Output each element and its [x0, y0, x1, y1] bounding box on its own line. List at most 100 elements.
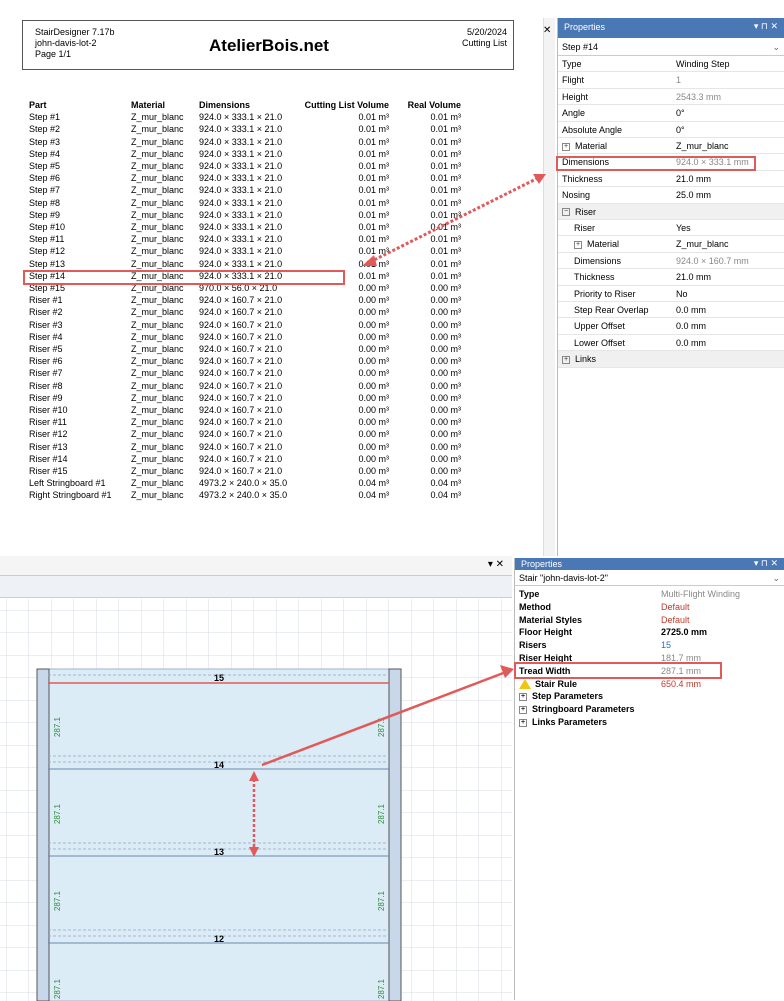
table-cell: Riser #9: [29, 392, 63, 403]
property-value[interactable]: 924.0 × 160.7 mm: [676, 253, 749, 269]
property-value[interactable]: 0°: [676, 105, 685, 121]
table-cell: Z_mur_blanc: [131, 368, 184, 379]
property-value[interactable]: No: [676, 286, 688, 302]
object-selector[interactable]: Step #14 ⌄: [558, 38, 784, 56]
table-cell: Z_mur_blanc: [131, 453, 184, 464]
property-row[interactable]: Nosing 25.0 mm: [558, 187, 784, 204]
expand-icon[interactable]: +: [519, 693, 527, 702]
property-row[interactable]: Height 2543.3 mm: [558, 89, 784, 106]
table-cell: 0.00 m³: [358, 466, 389, 476]
table-cell: 0.01 m³: [358, 173, 389, 184]
table-cell: 0.01 m³: [358, 148, 389, 159]
table-cell: 0.00 m³: [358, 344, 389, 354]
property-row[interactable]: Priority to Riser No: [558, 286, 784, 302]
property-key-label: Links Parameters: [532, 717, 608, 727]
property-row[interactable]: + Material Z_mur_blanc: [558, 138, 784, 155]
collapse-icon[interactable]: +: [562, 355, 570, 364]
plan-drawing[interactable]: 15 14 13 12 287.1 287.1 287.1 287.1 287.…: [0, 557, 512, 1001]
property-key-label: Riser: [574, 223, 596, 233]
property-row[interactable]: + Material Z_mur_blanc: [558, 236, 784, 253]
panel-controls-icon[interactable]: ▾ ⊓ ✕: [754, 21, 778, 32]
expand-icon[interactable]: +: [574, 241, 582, 250]
table-cell: 0.01 m³: [358, 197, 389, 208]
property-value[interactable]: 0.0 mm: [676, 318, 706, 334]
chevron-down-icon[interactable]: ⌄: [772, 42, 780, 53]
stair-plan-view[interactable]: 15 14 13 12 287.1 287.1 287.1 287.1 287.…: [0, 556, 512, 1001]
property-row[interactable]: Upper Offset 0.0 mm: [558, 318, 784, 335]
property-key-label: Floor Height: [519, 627, 572, 638]
table-cell: Riser #11: [29, 417, 67, 428]
collapse-icon[interactable]: −: [562, 208, 570, 217]
property-row[interactable]: + Links Parameters: [515, 716, 784, 729]
property-value[interactable]: Default: [661, 601, 690, 614]
property-row[interactable]: Floor Height 2725.0 mm: [515, 626, 784, 639]
property-row[interactable]: Riser Yes: [558, 220, 784, 237]
property-row[interactable]: Type Winding Step: [558, 56, 784, 73]
property-value[interactable]: Default: [661, 614, 690, 627]
property-value[interactable]: 0.0 mm: [676, 302, 706, 318]
property-value[interactable]: 0°: [676, 122, 685, 138]
property-row[interactable]: Material Styles Default: [515, 614, 784, 627]
property-row[interactable]: Lower Offset 0.0 mm: [558, 335, 784, 352]
report-scrollbar[interactable]: [543, 18, 555, 556]
property-value[interactable]: Z_mur_blanc: [676, 236, 729, 252]
panel-controls-icon[interactable]: ▾ ⊓ ✕: [754, 558, 778, 569]
property-key: Type: [519, 588, 539, 601]
property-value[interactable]: 0.0 mm: [676, 335, 706, 351]
close-icon[interactable]: ✕: [543, 25, 551, 36]
property-key: Step Rear Overlap: [574, 302, 649, 318]
table-cell: Z_mur_blanc: [131, 331, 184, 342]
property-value[interactable]: 2543.3 mm: [676, 89, 721, 105]
property-category[interactable]: − Riser: [558, 203, 784, 220]
table-cell: Riser #15: [29, 466, 68, 476]
property-row[interactable]: Angle 0°: [558, 105, 784, 122]
property-row[interactable]: Absolute Angle 0°: [558, 122, 784, 138]
property-row[interactable]: Dimensions 924.0 × 160.7 mm: [558, 253, 784, 270]
property-row[interactable]: Flight 1: [558, 72, 784, 89]
property-value[interactable]: 1: [676, 72, 681, 88]
table-cell: Z_mur_blanc: [131, 173, 184, 184]
property-value[interactable]: Winding Step: [676, 56, 730, 72]
table-cell: 0.01 m³: [358, 112, 389, 123]
property-row[interactable]: Stair Rule 650.4 mm: [515, 678, 784, 691]
table-cell: 924.0 × 160.7 × 21.0: [199, 307, 283, 318]
property-row[interactable]: Method Default: [515, 601, 784, 614]
property-value[interactable]: Multi-Flight Winding: [661, 588, 740, 601]
property-row[interactable]: Risers 15: [515, 639, 784, 652]
property-row[interactable]: Type Multi-Flight Winding: [515, 588, 784, 601]
property-category[interactable]: + Links: [558, 351, 784, 368]
property-row[interactable]: Thickness 21.0 mm: [558, 171, 784, 188]
property-row[interactable]: + Stringboard Parameters: [515, 703, 784, 716]
table-cell: Step #4: [29, 148, 61, 159]
property-key: Height: [562, 89, 588, 105]
property-row[interactable]: Thickness 21.0 mm: [558, 269, 784, 286]
table-cell: Z_mur_blanc: [131, 490, 184, 501]
view-controls-icon[interactable]: ▾ ✕: [488, 559, 504, 570]
expand-icon[interactable]: +: [519, 718, 527, 727]
step-label-13: 13: [214, 847, 224, 857]
expand-icon[interactable]: +: [562, 142, 570, 151]
stair-body: [47, 668, 391, 1001]
table-cell: 924.0 × 160.7 × 21.0: [199, 295, 283, 306]
table-cell: 0.01 m³: [358, 124, 389, 135]
warning-icon: [519, 679, 531, 690]
table-cell: Riser #10: [29, 405, 68, 415]
property-value[interactable]: 2725.0 mm: [661, 626, 707, 639]
property-value[interactable]: 15: [661, 639, 671, 652]
property-value[interactable]: 650.4 mm: [661, 678, 701, 691]
table-cell: 0.00 m³: [358, 417, 389, 428]
property-value[interactable]: 25.0 mm: [676, 187, 711, 203]
property-row[interactable]: + Step Parameters: [515, 690, 784, 703]
property-value[interactable]: Yes: [676, 220, 691, 236]
table-cell: 0.00 m³: [430, 466, 461, 476]
object-selector[interactable]: Stair "john-davis-lot-2" ⌄: [515, 570, 784, 586]
property-value[interactable]: Z_mur_blanc: [676, 138, 729, 154]
table-cell: Riser #6: [29, 356, 63, 367]
chevron-down-icon[interactable]: ⌄: [772, 573, 780, 584]
property-row[interactable]: Step Rear Overlap 0.0 mm: [558, 302, 784, 319]
expand-icon[interactable]: +: [519, 705, 527, 714]
column-header: Material: [131, 100, 166, 110]
property-value[interactable]: 21.0 mm: [676, 269, 711, 285]
property-value[interactable]: 21.0 mm: [676, 171, 711, 187]
table-cell: 924.0 × 160.7 × 21.0: [199, 453, 283, 464]
